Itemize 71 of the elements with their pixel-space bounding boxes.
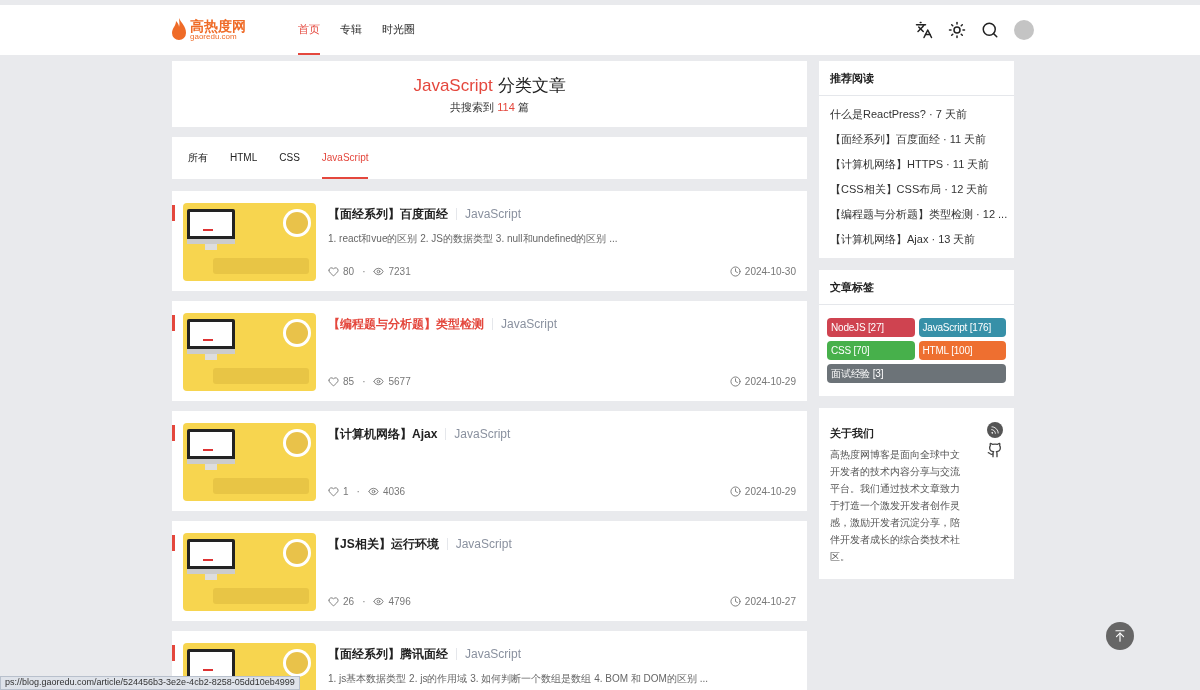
panel-title: 推荐阅读 (819, 61, 1014, 96)
article-title[interactable]: 【面经系列】腾讯面经 (328, 645, 448, 663)
tag-chip[interactable]: JavaScript [176] (918, 318, 1006, 337)
clock-icon (729, 376, 741, 387)
view-count: 5677 (388, 375, 411, 389)
article-summary: 1. react和vue的区别 2. JS的数据类型 3. null和undefined的区别 ... (328, 232, 619, 246)
eye-icon (373, 376, 385, 387)
clock-icon (729, 596, 741, 607)
article-title[interactable]: 【JS相关】运行环境 (328, 535, 439, 553)
eye-icon (373, 266, 385, 277)
category-name: JavaScript (413, 76, 493, 95)
heart-icon (328, 266, 339, 277)
article-card[interactable]: 【面经系列】百度面经 JavaScript 1. react和vue的区别 2. JS的数据类型 3. null和undefined的区别 ... 80 · 7231 2024-10-30 (172, 191, 807, 291)
recommended-link[interactable]: 什么是ReactPress? · 7 天前 (830, 102, 1003, 127)
article-summary: 1. js基本数据类型 2. js的作用域 3. 如何判断一个数组是数组 4. BOM 和 DOM的区别 ... (328, 672, 710, 686)
eye-icon (373, 596, 385, 607)
article-date: 2024-10-29 (744, 375, 796, 389)
clock-icon (729, 266, 741, 277)
search-icon[interactable] (981, 21, 999, 39)
category-tab[interactable]: JavaScript (321, 137, 369, 179)
meta-separator: · (362, 595, 366, 609)
view-count: 7231 (388, 265, 411, 279)
like-count: 26 (343, 595, 355, 609)
eye-icon (367, 486, 379, 497)
meta-separator: · (356, 485, 360, 499)
recommended-link[interactable]: 【CSS相关】CSS布局 · 12 天前 (830, 177, 1003, 202)
like-count: 80 (343, 265, 355, 279)
article-date: 2024-10-29 (744, 485, 796, 499)
view-count: 4036 (382, 485, 406, 499)
sun-icon[interactable] (948, 21, 966, 39)
meta-separator: · (362, 265, 366, 279)
logo-domain: gaoredu.com (190, 33, 237, 41)
tag-chip[interactable]: NodeJS [27] (827, 318, 915, 337)
panel-title: 关于我们 (830, 426, 875, 441)
tag-chip[interactable]: 面试经验 [3] (827, 364, 1006, 383)
nav-link[interactable]: 首页 (298, 5, 320, 55)
heart-icon (328, 376, 339, 387)
github-icon[interactable] (987, 442, 1003, 458)
category-tab[interactable]: CSS (279, 137, 300, 179)
category-tab[interactable]: 所有 (188, 137, 208, 179)
article-card[interactable]: 【编程题与分析题】类型检测 JavaScript 85 · 5677 2024-10-29 (172, 301, 807, 401)
article-date: 2024-10-30 (744, 265, 796, 279)
nav-link[interactable]: 时光圈 (382, 5, 415, 55)
arrow-up-icon (1113, 629, 1127, 643)
nav-link[interactable]: 专辑 (340, 5, 362, 55)
view-count: 4796 (388, 595, 411, 609)
recommended-link[interactable]: 【计算机网络】HTTPS · 11 天前 (830, 152, 1003, 177)
article-title[interactable]: 【计算机网络】Ajax (328, 425, 438, 443)
heart-icon (328, 596, 339, 607)
like-count: 85 (343, 375, 355, 389)
article-title[interactable]: 【编程题与分析题】类型检测 (328, 315, 484, 333)
recommended-link[interactable]: 【计算机网络】Ajax · 13 天前 (830, 227, 1003, 252)
heart-icon (328, 486, 339, 497)
recommended-link[interactable]: 【面经系列】百度面经 · 11 天前 (830, 127, 1003, 152)
article-date: 2024-10-27 (744, 595, 796, 609)
panel-title: 文章标签 (819, 270, 1014, 305)
clock-icon (729, 486, 741, 497)
article-card[interactable]: 【计算机网络】Ajax JavaScript 1 · 4036 2024-10-29 (172, 411, 807, 511)
meta-separator: · (362, 375, 366, 389)
category-tab[interactable]: HTML (230, 137, 258, 179)
category-title: 分类文章 (497, 76, 566, 95)
status-bar: ps://blog.gaoredu.com/article/524456b3-3e2e-4cb2-8258-05dd10eb4999 (0, 676, 300, 690)
article-card[interactable]: 【JS相关】运行环境 JavaScript 26 · 4796 2024-10-27 (172, 521, 807, 621)
translate-icon[interactable] (915, 21, 933, 39)
flame-icon (172, 18, 186, 42)
result-count: 共搜索到 114 篇 (450, 99, 529, 115)
back-to-top-button[interactable] (1106, 622, 1134, 650)
rss-icon[interactable] (987, 422, 1003, 438)
about-text: 高热度网博客是面向全球中文开发者的技术内容分享与交流平台。我们通过技术文章致力于打造一个激发开发者创作灵感，激励开发者沉淀分享，陪伴开发者成长的综合类技术社区。 (830, 447, 961, 564)
article-title[interactable]: 【面经系列】百度面经 (328, 205, 448, 223)
like-count: 1 (343, 485, 349, 499)
